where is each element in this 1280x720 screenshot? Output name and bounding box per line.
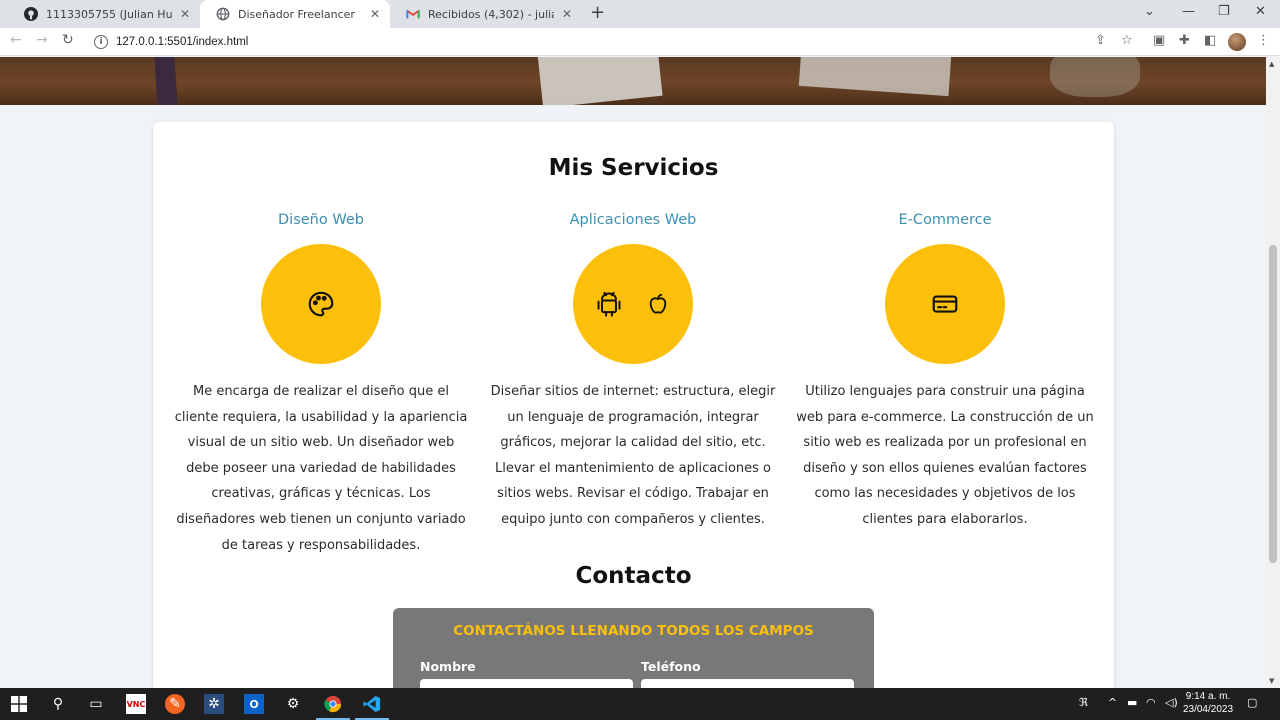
vnc-app-icon[interactable]: VNC	[126, 694, 146, 714]
page-scrollbar[interactable]: ▲ ▼	[1266, 57, 1280, 688]
palette-icon	[308, 291, 334, 317]
service-e-commerce: E-Commerce Utilizo lenguajes para constr…	[790, 212, 1100, 533]
hero-image	[0, 57, 1266, 105]
system-clock[interactable]: 9:14 a. m. 23/04/2023	[1178, 690, 1238, 716]
service-icon-circle	[573, 244, 693, 364]
close-icon[interactable]: ✕	[180, 7, 190, 21]
phone-label: Teléfono	[641, 659, 701, 674]
scroll-up-icon[interactable]: ▲	[1269, 60, 1274, 68]
scrollbar-thumb[interactable]	[1269, 245, 1277, 563]
service-name: E-Commerce	[898, 212, 992, 228]
search-icon[interactable]: ⚲	[48, 694, 68, 714]
forward-icon[interactable]: →	[36, 32, 48, 48]
task-view-icon[interactable]: ▭	[86, 694, 106, 714]
tab-title: Diseñador Freelancer	[238, 7, 355, 21]
close-icon[interactable]: ✕	[562, 7, 572, 21]
contact-form-heading: CONTACTÁNOS LLENANDO TODOS LOS CAMPOS	[453, 623, 814, 639]
tab-search-icon[interactable]: ⌄	[1144, 4, 1155, 19]
service-aplicaciones-web: Aplicaciones Web Diseñar sitios de inter…	[478, 212, 788, 533]
notification-icon[interactable]: ▢	[1247, 696, 1257, 709]
share-icon[interactable]: ⇪	[1095, 33, 1106, 48]
browser-menu-icon[interactable]: ⋮	[1257, 33, 1270, 48]
new-tab-button[interactable]: +	[590, 4, 605, 22]
profile-avatar[interactable]	[1228, 33, 1246, 51]
windows-taskbar: ⚲ ▭ VNC ✎ ✲ O ⚙ ℜ ^ ▬ ◠ ◁) 9:14 a. m. 23…	[0, 688, 1280, 720]
name-input[interactable]	[420, 679, 633, 688]
tab-title: 1113305755 (Julian Hurtado)	[46, 7, 172, 21]
restore-icon[interactable]: ❐	[1218, 4, 1230, 19]
browser-toolbar: ← → ↻ i 127.0.0.1:5501/index.html ⇪ ☆ ▣ …	[0, 28, 1280, 56]
tab-github[interactable]: 1113305755 (Julian Hurtado) ✕	[8, 0, 200, 28]
credit-card-icon	[932, 295, 958, 313]
address-bar[interactable]: i 127.0.0.1:5501/index.html	[88, 31, 1148, 53]
service-name: Aplicaciones Web	[569, 212, 697, 228]
github-icon	[24, 7, 38, 21]
outlook-icon[interactable]: O	[244, 694, 264, 714]
show-hidden-icons-icon[interactable]: ^	[1108, 696, 1117, 709]
network-icon[interactable]: ◠	[1146, 696, 1156, 709]
service-description: Me encarga de realizar el diseño que el …	[174, 384, 468, 553]
battery-icon[interactable]: ▬	[1127, 696, 1137, 709]
phone-input[interactable]	[641, 679, 854, 688]
tab-gmail[interactable]: Recibidos (4,302) - julianhurtado ✕	[390, 0, 582, 28]
page-viewport: Mis Servicios Diseño Web Me encarga de r…	[0, 57, 1266, 688]
globe-icon	[216, 7, 230, 21]
services-title: Mis Servicios	[548, 155, 719, 181]
side-panel-icon[interactable]: ◧	[1204, 33, 1216, 48]
apple-icon	[649, 293, 667, 314]
windows-start-icon[interactable]	[9, 694, 29, 714]
minimize-icon[interactable]: —	[1182, 4, 1195, 19]
bookmark-star-icon[interactable]: ☆	[1121, 33, 1133, 48]
clock-time: 9:14 a. m.	[1185, 691, 1231, 702]
app-orange-icon[interactable]: ✎	[165, 694, 185, 714]
site-info-icon[interactable]: i	[94, 35, 108, 49]
service-description: Diseñar sitios de internet: estructura, …	[490, 384, 776, 527]
service-icon-circle	[885, 244, 1005, 364]
contact-form: CONTACTÁNOS LLENANDO TODOS LOS CAMPOS No…	[393, 608, 874, 688]
extensions-puzzle-icon[interactable]: ✚	[1179, 33, 1190, 48]
back-icon[interactable]: ←	[10, 32, 22, 48]
reload-icon[interactable]: ↻	[62, 32, 74, 48]
tab-strip: 1113305755 (Julian Hurtado) ✕ Diseñador …	[0, 0, 1280, 28]
tab-title: Recibidos (4,302) - julianhurtado	[428, 7, 554, 21]
services-card: Mis Servicios Diseño Web Me encarga de r…	[153, 122, 1114, 688]
tab-disenador-freelancer[interactable]: Diseñador Freelancer ✕	[200, 0, 390, 28]
volume-icon[interactable]: ◁)	[1165, 696, 1178, 709]
contact-title: Contacto	[575, 563, 692, 589]
name-label: Nombre	[420, 659, 476, 674]
chrome-icon[interactable]	[323, 694, 343, 714]
close-icon[interactable]: ✕	[370, 7, 380, 21]
gmail-icon	[406, 7, 420, 21]
service-icon-circle	[261, 244, 381, 364]
service-description: Utilizo lenguajes para construir una pág…	[796, 384, 1094, 527]
extension-devtools-icon[interactable]: ▣	[1153, 33, 1165, 48]
clock-date: 23/04/2023	[1182, 704, 1234, 715]
app-blue-icon[interactable]: ✲	[204, 694, 224, 714]
url-text[interactable]: 127.0.0.1:5501/index.html	[116, 36, 248, 48]
vscode-icon[interactable]	[362, 694, 382, 714]
service-diseno-web: Diseño Web Me encarga de realizar el dis…	[166, 212, 476, 558]
android-icon	[597, 291, 621, 317]
people-icon[interactable]: ℜ	[1079, 696, 1088, 709]
scroll-down-icon[interactable]: ▼	[1269, 677, 1274, 685]
service-name: Diseño Web	[278, 212, 364, 228]
app-gear-icon[interactable]: ⚙	[283, 694, 303, 714]
close-window-icon[interactable]: ✕	[1255, 4, 1266, 19]
